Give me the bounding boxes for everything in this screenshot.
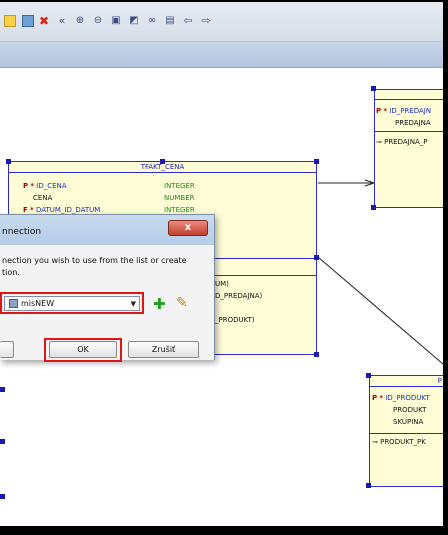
key-row: ⊸ PRODUKT_PK (372, 438, 426, 447)
column-name: SKUPINA (393, 418, 424, 426)
key-name: PREDAJNA_P (384, 138, 428, 146)
connection-select[interactable]: misNEW ▼ (4, 296, 140, 311)
section-divider (370, 433, 443, 434)
selection-handle[interactable] (371, 205, 376, 210)
column-name: CENA (33, 194, 53, 202)
column-row: P * ID_PRODUKT (372, 394, 430, 403)
key-marker: P (372, 394, 378, 402)
connection-value: misNEW (21, 299, 55, 308)
column-name: PRODUKT (393, 406, 427, 414)
selection-handle[interactable] (160, 159, 165, 164)
constraint-text: D_PREDAJNA) (215, 292, 263, 300)
mandatory-star: * (30, 206, 34, 214)
toolbar: ✖ « ⊕ ⊖ ▣ ◩ ∞ ▤ ⇦ ⇨ (0, 2, 443, 42)
section-divider (375, 131, 443, 132)
mandatory-star: * (379, 394, 384, 402)
selection-handle[interactable] (366, 373, 371, 378)
column-row: CENA (33, 194, 52, 203)
table-title: P (370, 376, 443, 387)
add-connection-icon[interactable]: ✚ (153, 297, 166, 312)
constraint-text: UM) (215, 280, 229, 288)
rewind-icon[interactable]: « (56, 15, 68, 27)
key-name: PRODUKT_PK (380, 438, 426, 446)
column-row: P * ID_CENA (23, 182, 67, 191)
column-name: ID_CENA (36, 182, 67, 190)
column-name: ID_PREDAJN (389, 107, 432, 115)
column-name: PREDAJNA (395, 119, 431, 127)
folder-icon[interactable] (4, 15, 16, 27)
delete-icon[interactable]: ✖ (38, 15, 50, 27)
column-name: ID_PRODUKT (385, 394, 430, 402)
image-icon[interactable] (22, 15, 34, 27)
key-marker: F (23, 206, 28, 214)
mandatory-star: * (383, 107, 388, 115)
layout-icon[interactable]: ◩ (128, 15, 140, 27)
tab-strip (0, 42, 443, 68)
chevron-down-icon[interactable]: ▼ (131, 300, 136, 308)
ok-button[interactable]: OK (49, 341, 117, 358)
table-produkt[interactable]: P P * ID_PRODUKT PRODUKT SKUPINA ⊸ PRODU… (369, 375, 443, 487)
key-icon: ⊸ (372, 438, 381, 446)
selection-handle[interactable] (0, 494, 5, 499)
column-row: P * ID_PREDAJN (376, 107, 431, 116)
selection-handle[interactable] (314, 352, 319, 357)
dialog-title: nnection (2, 227, 42, 237)
database-icon (9, 299, 18, 308)
selection-handle[interactable] (314, 255, 319, 260)
close-button[interactable]: x (168, 220, 208, 236)
dialog-controls: misNEW ▼ ✚ ✎ OK Zrušiť (0, 244, 214, 362)
key-row: ⊸ PREDAJNA_P (376, 138, 427, 147)
app-window: ✖ « ⊕ ⊖ ▣ ◩ ∞ ▤ ⇦ ⇨ TFAKT_CENA P * ID_CE… (0, 2, 443, 526)
mandatory-star: * (30, 182, 35, 190)
key-marker: P (376, 107, 382, 115)
properties-icon[interactable]: ▤ (164, 15, 176, 27)
table-title (375, 90, 443, 100)
selection-handle[interactable] (6, 159, 11, 164)
selection-handle[interactable] (0, 439, 5, 444)
dialog-titlebar[interactable]: nnection x (0, 215, 214, 245)
selection-handle[interactable] (314, 159, 319, 164)
selection-handle[interactable] (0, 387, 5, 392)
relation-line-produkt (317, 256, 443, 365)
zoom-in-icon[interactable]: ⊕ (74, 15, 86, 27)
table-predajna[interactable]: P * ID_PREDAJN PREDAJNA ⊸ PREDAJNA_P (374, 89, 443, 208)
column-type: NUMBER (164, 194, 195, 202)
column-type: INTEGER (164, 182, 195, 190)
cancel-button[interactable]: Zrušiť (128, 341, 199, 358)
fit-icon[interactable]: ▣ (110, 15, 122, 27)
help-button[interactable] (0, 341, 14, 358)
edit-connection-icon[interactable]: ✎ (176, 296, 188, 310)
zoom-out-icon[interactable]: ⊖ (92, 15, 104, 27)
back-arrow-icon[interactable]: ⇦ (182, 15, 194, 27)
constraint-text: _PRODUKT) (215, 316, 255, 324)
selection-handle[interactable] (371, 86, 376, 91)
key-icon: ⊸ (376, 138, 385, 146)
key-marker: P (23, 182, 29, 190)
selection-handle[interactable] (366, 483, 371, 488)
forward-arrow-icon[interactable]: ⇨ (200, 15, 212, 27)
binoculars-icon[interactable]: ∞ (146, 15, 158, 27)
column-name: DATUM_ID_DATUM (35, 206, 101, 214)
